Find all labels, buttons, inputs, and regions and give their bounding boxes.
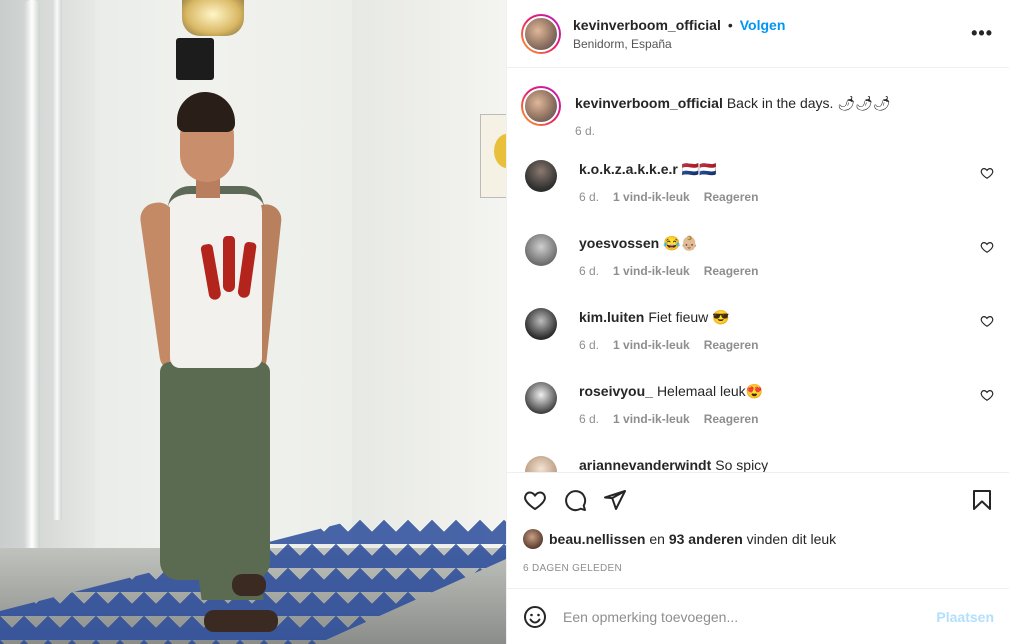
- heart-icon[interactable]: [980, 314, 994, 328]
- heart-icon[interactable]: [980, 240, 994, 254]
- post-header: kevinverboom_official • Volgen Benidorm,…: [507, 0, 1009, 68]
- reply-button[interactable]: Reageren: [704, 264, 759, 278]
- heart-icon[interactable]: [980, 166, 994, 180]
- comment-likes[interactable]: 1 vind-ik-leuk: [613, 412, 690, 426]
- likes-middle: en: [645, 531, 669, 547]
- person-sandal: [204, 610, 278, 632]
- post-photo[interactable]: [0, 0, 506, 644]
- post-caption: kevinverboom_official Back in the days. 🌶…: [521, 86, 994, 138]
- caption-text: Back in the days. 🌶🌶🌶: [726, 95, 891, 111]
- comment-item: kim.luiten Fiet fieuw 😎 6 d. 1 vind-ik-le…: [521, 308, 994, 368]
- comment-icon[interactable]: [563, 488, 587, 512]
- liker-username[interactable]: beau.nellissen: [549, 531, 645, 547]
- comment-text: 🇳🇱🇳🇱: [681, 161, 717, 177]
- comment-text: 😂👶🏼: [663, 235, 699, 251]
- caption-username[interactable]: kevinverboom_official: [575, 95, 723, 111]
- caption-avatar[interactable]: [521, 86, 561, 126]
- comment-username[interactable]: kim.luiten: [579, 309, 644, 325]
- emoji-icon[interactable]: [523, 605, 547, 629]
- comment-username[interactable]: k.o.k.z.a.k.k.e.r: [579, 161, 678, 177]
- person-sandal: [232, 574, 266, 596]
- heart-icon[interactable]: [980, 388, 994, 402]
- post-comment-button[interactable]: Plaatsen: [936, 609, 994, 625]
- reply-button[interactable]: Reageren: [704, 338, 759, 352]
- post-modal: kevinverboom_official • Volgen Benidorm,…: [0, 0, 1009, 644]
- action-bar: [507, 473, 1009, 527]
- post-footer: beau.nellissen en 93 anderen vinden dit …: [507, 472, 1009, 644]
- reply-button[interactable]: Reageren: [704, 190, 759, 204]
- paper-plane-icon[interactable]: [603, 488, 627, 512]
- comment-time[interactable]: 6 d.: [579, 190, 599, 204]
- commenter-avatar[interactable]: [525, 382, 557, 414]
- comment-likes[interactable]: 1 vind-ik-leuk: [613, 190, 690, 204]
- commenter-avatar[interactable]: [525, 308, 557, 340]
- more-icon[interactable]: •••: [971, 23, 993, 44]
- commenter-avatar[interactable]: [525, 160, 557, 192]
- comment-text: So spicy: [715, 457, 769, 472]
- comment-item: k.o.k.z.a.k.k.e.r 🇳🇱🇳🇱 6 d. 1 vind-ik-leu…: [521, 160, 994, 220]
- comment-text: Helemaal leuk😍: [656, 383, 764, 399]
- comments-list[interactable]: kevinverboom_official Back in the days. 🌶…: [507, 68, 1009, 472]
- likes-others-link[interactable]: 93 anderen: [669, 531, 743, 547]
- comment-username[interactable]: ariannevanderwindt: [579, 457, 711, 472]
- add-comment-bar: Plaatsen: [507, 588, 1009, 644]
- pepper-print: [223, 236, 235, 292]
- author-info: kevinverboom_official • Volgen Benidorm,…: [573, 17, 971, 51]
- caption-time[interactable]: 6 d.: [575, 124, 595, 138]
- comment-text: Fiet fieuw 😎: [648, 309, 730, 325]
- comment-time[interactable]: 6 d.: [579, 338, 599, 352]
- reply-button[interactable]: Reageren: [704, 412, 759, 426]
- comment-likes[interactable]: 1 vind-ik-leuk: [613, 264, 690, 278]
- person-hair: [177, 92, 235, 132]
- heart-icon[interactable]: [523, 488, 547, 512]
- comment-username[interactable]: yoesvossen: [579, 235, 659, 251]
- post-side-panel: kevinverboom_official • Volgen Benidorm,…: [506, 0, 1009, 644]
- follow-button[interactable]: Volgen: [740, 17, 786, 33]
- post-time-ago[interactable]: 6 DAGEN GELEDEN: [507, 563, 1009, 574]
- commenter-avatar[interactable]: [525, 456, 557, 472]
- comment-likes[interactable]: 1 vind-ik-leuk: [613, 338, 690, 352]
- comment-time[interactable]: 6 d.: [579, 412, 599, 426]
- comment-username[interactable]: roseivyou_: [579, 383, 653, 399]
- separator-dot: •: [727, 16, 733, 33]
- liker-avatar[interactable]: [523, 529, 543, 549]
- likes-summary: beau.nellissen en 93 anderen vinden dit …: [507, 529, 1009, 549]
- comment-input[interactable]: [563, 608, 937, 625]
- comment-time[interactable]: 6 d.: [579, 264, 599, 278]
- author-username[interactable]: kevinverboom_official: [573, 17, 721, 33]
- post-location[interactable]: Benidorm, España: [573, 37, 971, 51]
- comment-item: roseivyou_ Helemaal leuk😍 6 d. 1 vind-ik-…: [521, 382, 994, 442]
- comment-item: ariannevanderwindt So spicy: [521, 456, 994, 472]
- likes-suffix: vinden dit leuk: [742, 531, 837, 547]
- person-figure: [0, 0, 506, 644]
- bookmark-icon[interactable]: [970, 488, 994, 512]
- commenter-avatar[interactable]: [525, 234, 557, 266]
- comment-item: yoesvossen 😂👶🏼 6 d. 1 vind-ik-leuk Reager…: [521, 234, 994, 294]
- author-avatar[interactable]: [521, 13, 561, 54]
